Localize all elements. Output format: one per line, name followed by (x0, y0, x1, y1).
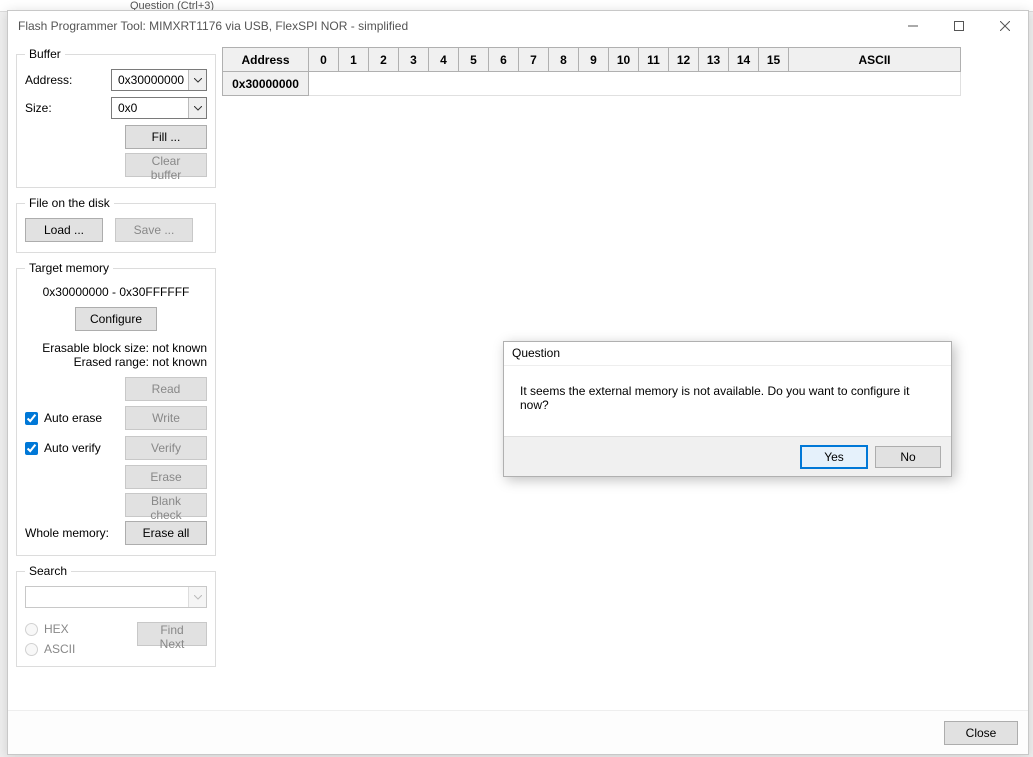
col-5: 5 (459, 48, 489, 72)
load-button[interactable]: Load ... (25, 218, 103, 242)
verify-button[interactable]: Verify (125, 436, 207, 460)
auto-verify-checkbox[interactable]: Auto verify (25, 435, 117, 461)
size-label: Size: (25, 101, 111, 115)
dialog-no-button[interactable]: No (875, 446, 941, 468)
erasable-block-info: Erasable block size: not known (25, 341, 207, 355)
hex-radio-label: HEX (44, 622, 69, 636)
minimize-icon (908, 21, 918, 31)
write-button[interactable]: Write (125, 406, 207, 430)
dialog-message: It seems the external memory is not avai… (504, 366, 951, 436)
chevron-down-icon[interactable] (188, 587, 206, 607)
col-8: 8 (549, 48, 579, 72)
close-window-button[interactable] (982, 11, 1028, 41)
col-7: 7 (519, 48, 549, 72)
auto-verify-label: Auto verify (44, 441, 101, 455)
address-combo[interactable] (111, 69, 207, 91)
save-button[interactable]: Save ... (115, 218, 193, 242)
col-11: 11 (639, 48, 669, 72)
fill-button[interactable]: Fill ... (125, 125, 207, 149)
erase-button[interactable]: Erase (125, 465, 207, 489)
find-next-button[interactable]: Find Next (137, 622, 207, 646)
titlebar: Flash Programmer Tool: MIMXRT1176 via US… (8, 11, 1028, 41)
ascii-radio-label: ASCII (44, 642, 75, 656)
col-4: 4 (429, 48, 459, 72)
search-input[interactable] (25, 586, 207, 608)
search-group: Search HEX ASCII Find Next (16, 564, 216, 667)
footer: Close (8, 710, 1028, 754)
auto-erase-checkbox[interactable]: Auto erase (25, 405, 117, 431)
search-ascii-radio[interactable]: ASCII (25, 642, 75, 656)
dialog-yes-button[interactable]: Yes (801, 446, 867, 468)
chevron-down-icon[interactable] (188, 70, 206, 90)
target-group: Target memory 0x30000000 - 0x30FFFFFF Co… (16, 261, 216, 556)
col-12: 12 (669, 48, 699, 72)
hex-table: Address 0 1 2 3 4 5 6 7 8 9 10 11 12 (222, 47, 961, 96)
file-legend: File on the disk (25, 196, 114, 210)
minimize-button[interactable] (890, 11, 936, 41)
file-group: File on the disk Load ... Save ... (16, 196, 216, 253)
auto-erase-label: Auto erase (44, 411, 102, 425)
col-9: 9 (579, 48, 609, 72)
maximize-button[interactable] (936, 11, 982, 41)
target-range: 0x30000000 - 0x30FFFFFF (25, 285, 207, 299)
clear-buffer-button[interactable]: Clear buffer (125, 153, 207, 177)
col-13: 13 (699, 48, 729, 72)
col-address: Address (223, 48, 309, 72)
maximize-icon (954, 21, 964, 31)
close-icon (1000, 21, 1010, 31)
row-empty (309, 72, 961, 96)
address-label: Address: (25, 73, 111, 87)
close-button[interactable]: Close (944, 721, 1018, 745)
dialog-caption: Question (504, 342, 951, 366)
col-6: 6 (489, 48, 519, 72)
buffer-legend: Buffer (25, 47, 65, 61)
target-legend: Target memory (25, 261, 113, 275)
col-14: 14 (729, 48, 759, 72)
buffer-group: Buffer Address: Size: (16, 47, 216, 188)
col-ascii: ASCII (789, 48, 961, 72)
col-1: 1 (339, 48, 369, 72)
main-window: Flash Programmer Tool: MIMXRT1176 via US… (7, 10, 1029, 755)
erased-range-info: Erased range: not known (25, 355, 207, 369)
chevron-down-icon[interactable] (188, 98, 206, 118)
whole-memory-label: Whole memory: (25, 526, 117, 540)
col-10: 10 (609, 48, 639, 72)
blank-check-button[interactable]: Blank check (125, 493, 207, 517)
row-address: 0x30000000 (223, 72, 309, 96)
col-2: 2 (369, 48, 399, 72)
table-row: 0x30000000 (223, 72, 961, 96)
search-combo[interactable] (25, 586, 207, 608)
erase-all-button[interactable]: Erase all (125, 521, 207, 545)
size-combo[interactable] (111, 97, 207, 119)
col-15: 15 (759, 48, 789, 72)
window-title: Flash Programmer Tool: MIMXRT1176 via US… (18, 19, 408, 33)
search-legend: Search (25, 564, 71, 578)
question-dialog: Question It seems the external memory is… (503, 341, 952, 477)
search-hex-radio[interactable]: HEX (25, 622, 75, 636)
read-button[interactable]: Read (125, 377, 207, 401)
col-0: 0 (309, 48, 339, 72)
configure-button[interactable]: Configure (75, 307, 157, 331)
col-3: 3 (399, 48, 429, 72)
